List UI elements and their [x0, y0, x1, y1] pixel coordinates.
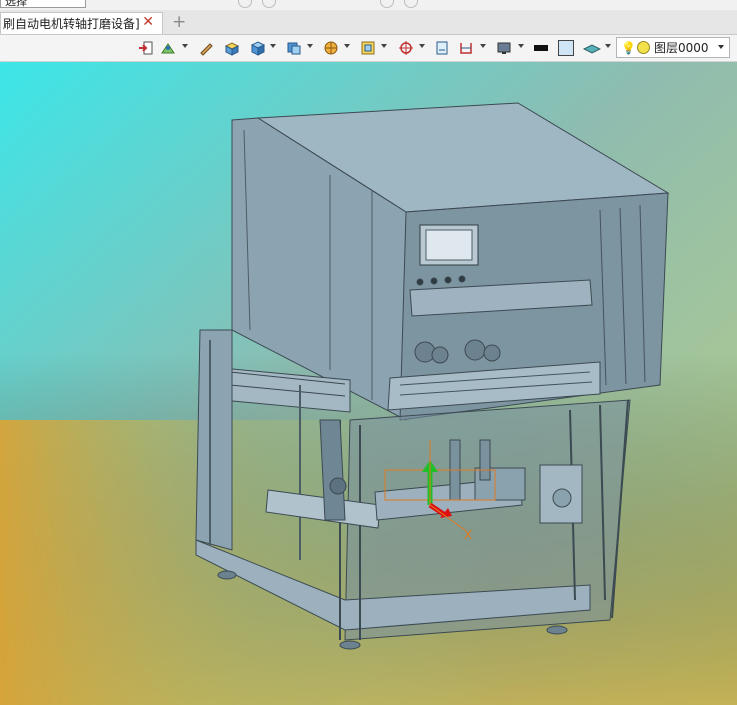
chevron-down-icon[interactable] — [605, 44, 611, 48]
chevron-down-icon[interactable] — [270, 44, 276, 48]
import-icon[interactable] — [136, 39, 156, 57]
pen-icon[interactable] — [196, 39, 216, 57]
color-swatch-icon[interactable] — [556, 39, 576, 57]
layer-name: 图层0000 — [654, 41, 709, 55]
chevron-down-icon[interactable] — [182, 44, 188, 48]
measure-icon[interactable] — [456, 39, 476, 57]
render-mode-icon[interactable] — [321, 39, 341, 57]
chevron-down-icon[interactable] — [419, 44, 425, 48]
chevron-down-icon[interactable] — [718, 45, 724, 49]
close-icon[interactable]: ✕ — [142, 14, 154, 30]
bulb-icon[interactable]: 💡 — [621, 41, 636, 55]
document-tab[interactable]: 刷自动电机转轴打磨设备] ✕ — [0, 12, 163, 34]
ghost-icon — [404, 0, 418, 8]
selection-dropdown[interactable]: 选择 — [0, 0, 86, 8]
snap-target-icon[interactable] — [396, 39, 416, 57]
view-orient-icon[interactable] — [284, 39, 304, 57]
3d-model-view[interactable]: X — [0, 62, 737, 705]
ghost-icon — [380, 0, 394, 8]
ghost-icon — [238, 0, 252, 8]
cube-icon[interactable] — [248, 39, 268, 57]
chevron-down-icon[interactable] — [344, 44, 350, 48]
material-icon[interactable] — [582, 39, 602, 57]
layer-select[interactable]: 💡 图层0000 — [616, 37, 730, 58]
axis-x-label: X — [464, 528, 472, 542]
box-face-icon[interactable] — [222, 39, 242, 57]
sketch-icon[interactable] — [158, 39, 178, 57]
chevron-down-icon[interactable] — [307, 44, 313, 48]
add-tab-icon[interactable]: + — [172, 12, 186, 32]
layer-color-dot[interactable] — [637, 41, 650, 54]
color-swatch — [558, 40, 574, 56]
chevron-down-icon[interactable] — [381, 44, 387, 48]
chevron-down-icon[interactable] — [518, 44, 524, 48]
document-tab-label: 刷自动电机转轴打磨设备] — [3, 17, 140, 31]
color-black-icon[interactable] — [531, 39, 551, 57]
top-strip: 选择 — [0, 0, 737, 10]
document-tab-bar: 刷自动电机转轴打磨设备] ✕ + — [0, 10, 737, 35]
color-black-swatch — [534, 45, 548, 51]
3d-viewport[interactable]: X — [0, 62, 737, 705]
section-icon[interactable] — [358, 39, 378, 57]
chevron-down-icon[interactable] — [480, 44, 486, 48]
ghost-icon — [262, 0, 276, 8]
display-icon[interactable] — [494, 39, 514, 57]
sheet-icon[interactable] — [432, 39, 452, 57]
